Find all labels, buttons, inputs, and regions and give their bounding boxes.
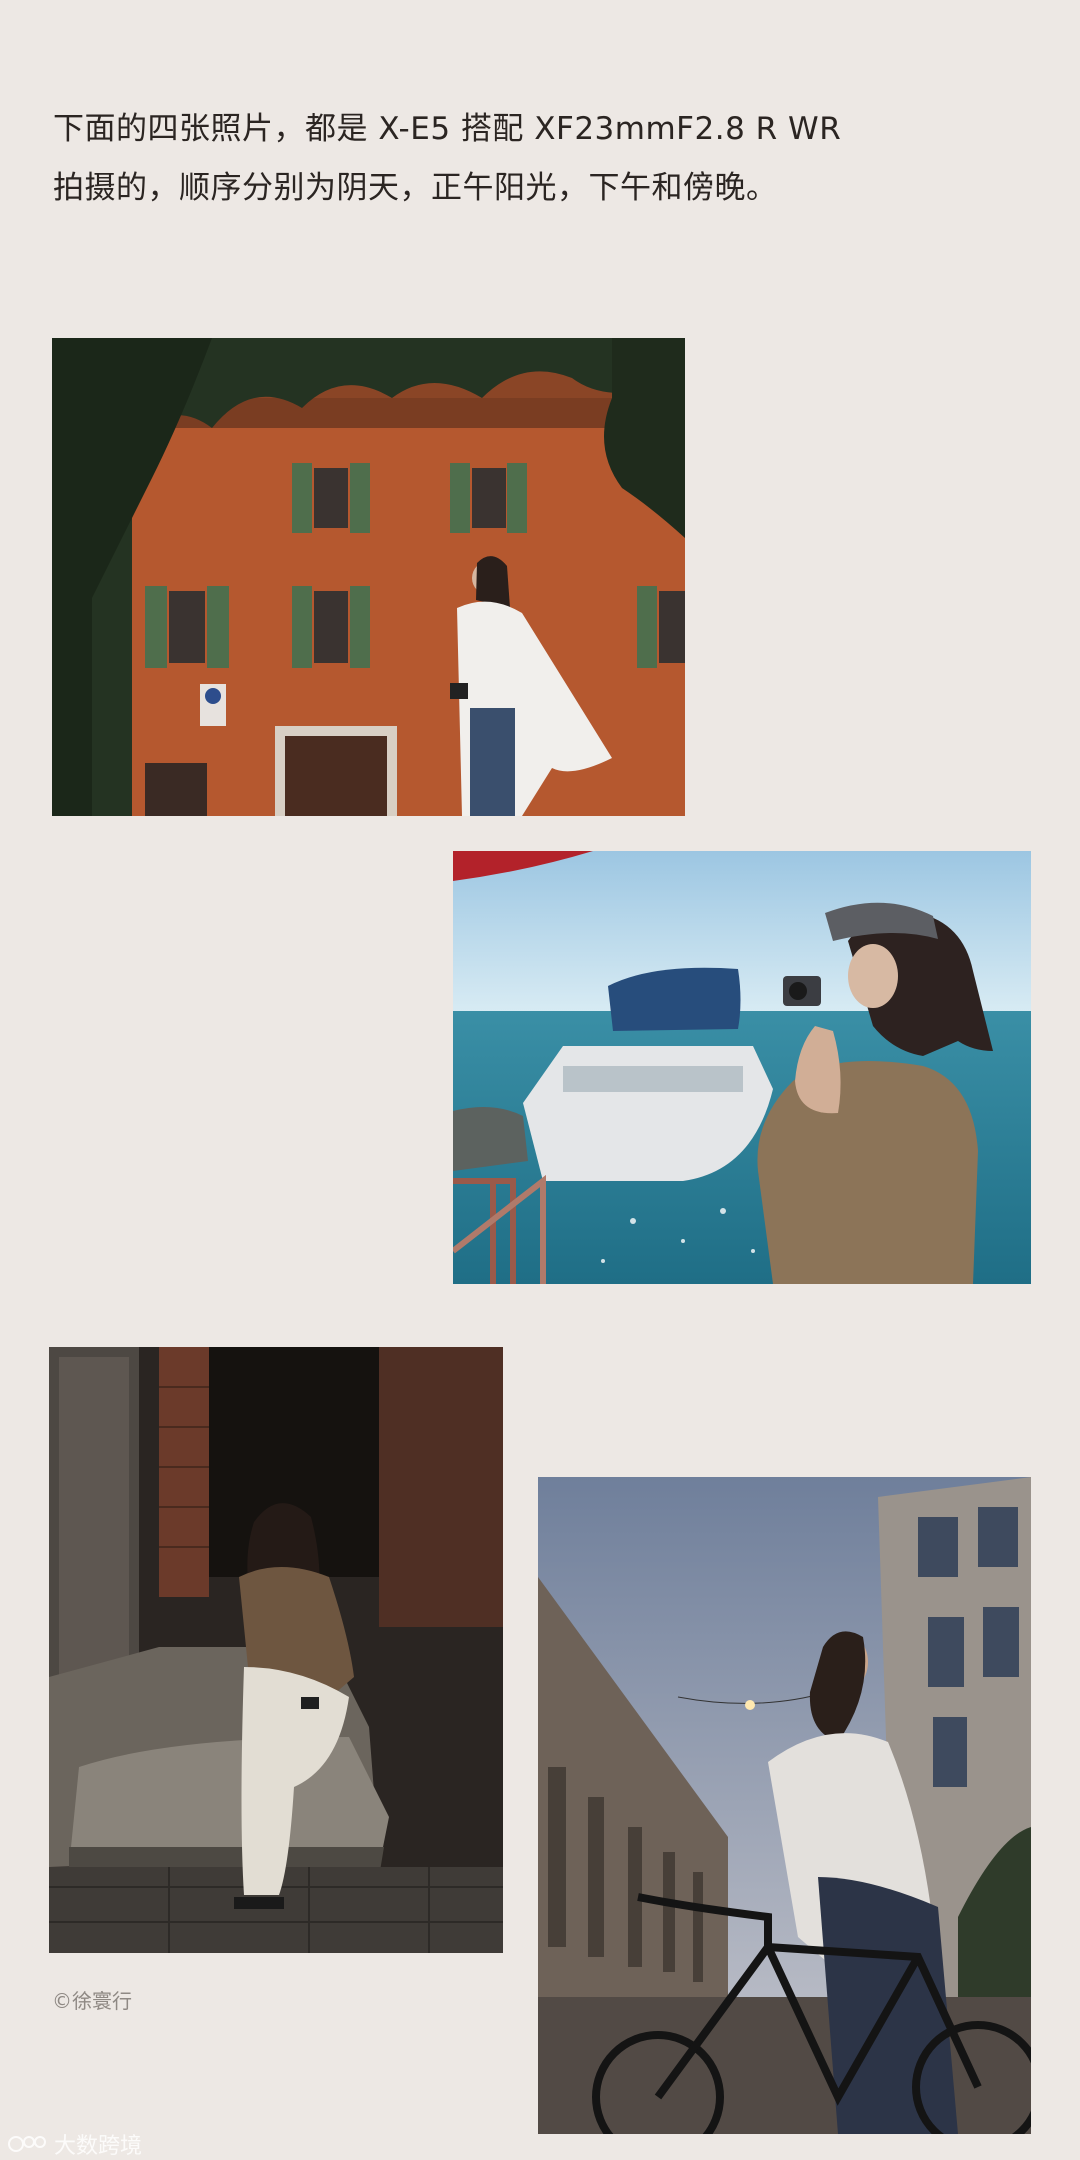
photo-overcast[interactable] [52,338,685,816]
photo-dusk[interactable] [538,1477,1031,2134]
photo-noon-image [453,851,1031,1284]
photo-overcast-image [52,338,685,816]
photo-afternoon-image [49,1347,503,1953]
intro-line-1: 下面的四张照片，都是 X-E5 搭配 XF23mmF2.8 R WR [53,111,842,147]
intro-line-2: 拍摄的，顺序分别为阴天，正午阳光，下午和傍晚。 [53,170,778,206]
photo-credit: ©徐寰行 [52,1989,132,2013]
article-page: 下面的四张照片，都是 X-E5 搭配 XF23mmF2.8 R WR 拍摄的，顺… [0,0,1080,2160]
watermark-text: 大数跨境 [54,2134,143,2159]
intro-text: 下面的四张照片，都是 X-E5 搭配 XF23mmF2.8 R WR 拍摄的，顺… [53,100,953,218]
watermark: 大数跨境 [8,2128,142,2160]
watermark-logo-icon [8,2136,46,2152]
photo-dusk-image [538,1477,1031,2134]
photo-afternoon[interactable] [49,1347,503,1953]
photo-noon[interactable] [453,851,1031,1284]
